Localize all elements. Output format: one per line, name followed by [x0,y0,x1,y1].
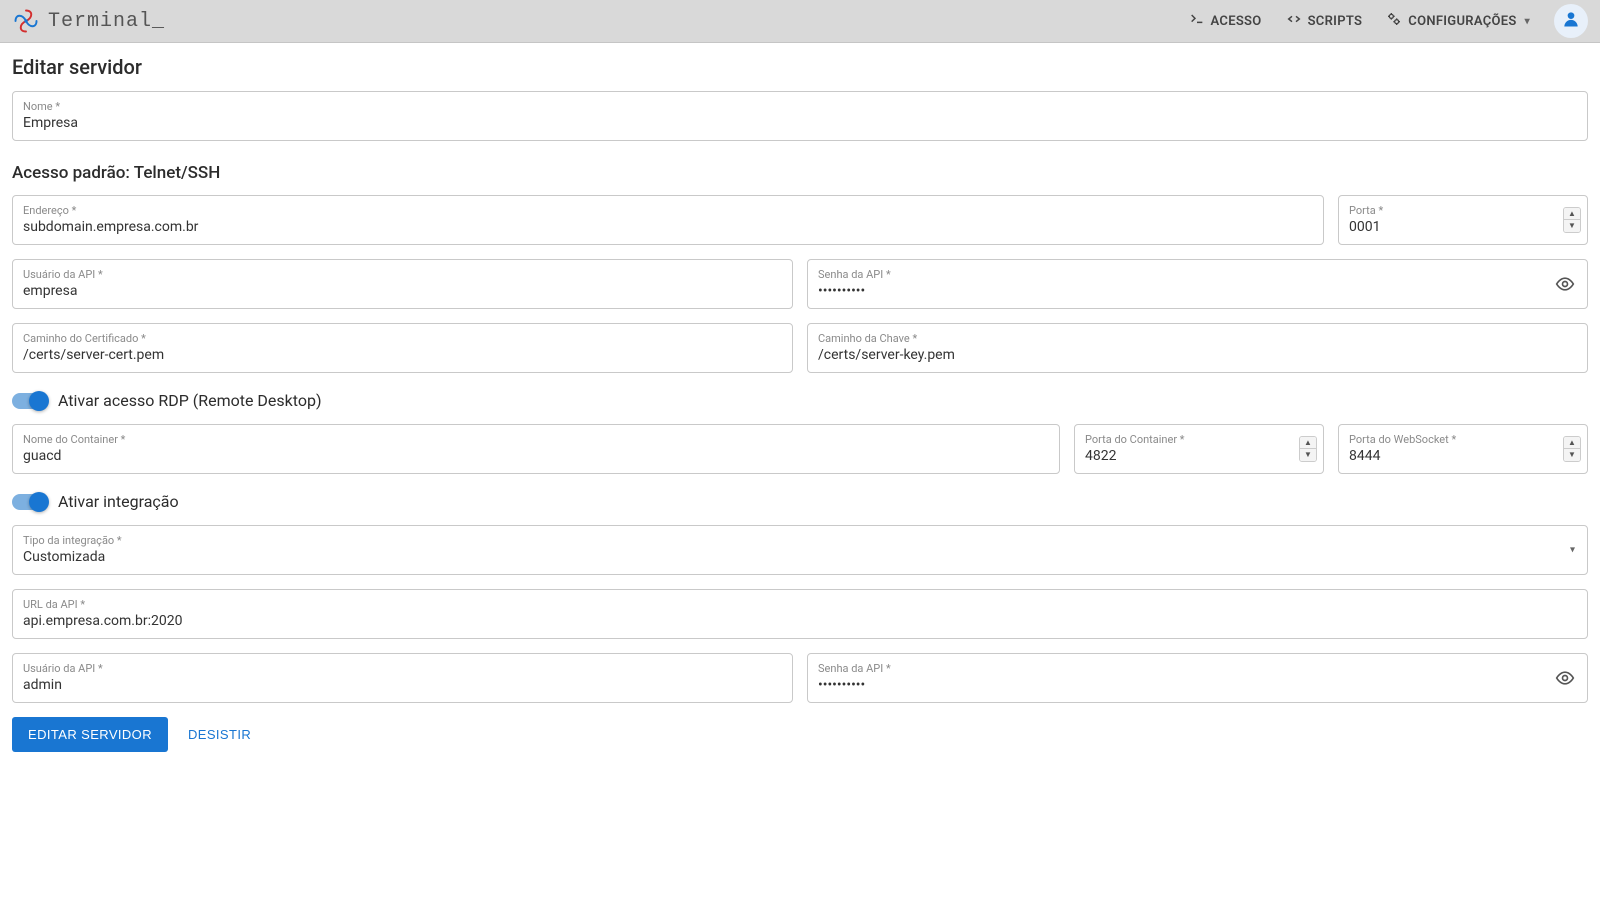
container-port-spinner: ▲ ▼ [1299,436,1317,462]
top-nav: ACESSO SCRIPTS CONFIGURAÇÕES ▾ [1189,4,1588,38]
field-label: Nome do Container * [23,433,1049,446]
field-label: Tipo da integração * [23,534,1577,547]
app-title: Terminal_ [48,10,165,33]
user-avatar-button[interactable] [1554,4,1588,38]
field-label: Endereço * [23,204,1313,217]
nav-label: ACESSO [1211,14,1262,29]
spinner-up-icon[interactable]: ▲ [1300,437,1316,449]
integration-type-select[interactable] [23,549,1577,565]
integration-api-url-input[interactable] [23,613,1577,629]
container-port-field[interactable]: Porta do Container * ▲ ▼ [1074,424,1324,474]
section-title-default-access: Acesso padrão: Telnet/SSH [12,163,1588,183]
integration-toggle-row: Ativar integração [12,492,1588,511]
spinner-up-icon[interactable]: ▲ [1564,437,1580,449]
nome-input[interactable] [23,115,1577,131]
cert-path-field[interactable]: Caminho do Certificado * [12,323,793,373]
field-label: Porta * [1349,204,1577,217]
field-label: Caminho da Chave * [818,332,1577,345]
page-content: Editar servidor Nome * Acesso padrão: Te… [0,43,1600,764]
field-label: Nome * [23,100,1577,113]
chevron-down-icon: ▾ [1525,16,1530,27]
spinner-down-icon[interactable]: ▼ [1564,220,1580,232]
swirl-logo-icon [12,7,40,35]
key-path-field[interactable]: Caminho da Chave * [807,323,1588,373]
ws-port-field[interactable]: Porta do WebSocket * ▲ ▼ [1338,424,1588,474]
field-label: Caminho do Certificado * [23,332,782,345]
integration-api-pass-field[interactable]: Senha da API * [807,653,1588,703]
app-header: Terminal_ ACESSO SCRIPTS CONFIGURAÇÕES ▾ [0,0,1600,43]
field-label: Usuário da API * [23,268,782,281]
api-user-input[interactable] [23,283,782,299]
porta-spinner: ▲ ▼ [1563,207,1581,233]
porta-field[interactable]: Porta * ▲ ▼ [1338,195,1588,245]
api-pass-input[interactable] [818,283,1577,299]
integration-api-user-field[interactable]: Usuário da API * [12,653,793,703]
code-icon [1286,11,1302,31]
cancel-button[interactable]: DESISTIR [180,717,259,752]
field-label: Usuário da API * [23,662,782,675]
nav-acesso[interactable]: ACESSO [1189,11,1262,31]
field-label: Senha da API * [818,268,1577,281]
api-user-field[interactable]: Usuário da API * [12,259,793,309]
field-label: Senha da API * [818,662,1577,675]
spinner-down-icon[interactable]: ▼ [1300,449,1316,461]
integration-toggle-label: Ativar integração [58,492,179,511]
endereco-field[interactable]: Endereço * [12,195,1324,245]
nome-field[interactable]: Nome * [12,91,1588,141]
terminal-icon [1189,11,1205,31]
rdp-toggle-row: Ativar acesso RDP (Remote Desktop) [12,391,1588,410]
integration-api-pass-input[interactable] [818,677,1577,693]
form-actions: EDITAR SERVIDOR DESISTIR [12,717,1588,752]
spinner-up-icon[interactable]: ▲ [1564,208,1580,220]
integration-type-field[interactable]: Tipo da integração * ▾ [12,525,1588,575]
field-label: URL da API * [23,598,1577,611]
field-label: Porta do WebSocket * [1349,433,1577,446]
nav-label: CONFIGURAÇÕES [1408,14,1516,29]
ws-port-input[interactable] [1349,448,1577,464]
integration-toggle[interactable] [12,494,46,510]
user-icon [1561,9,1581,33]
rdp-toggle[interactable] [12,393,46,409]
field-label: Porta do Container * [1085,433,1313,446]
container-name-field[interactable]: Nome do Container * [12,424,1060,474]
endereco-input[interactable] [23,219,1313,235]
cert-path-input[interactable] [23,347,782,363]
integration-api-user-input[interactable] [23,677,782,693]
eye-icon[interactable] [1555,274,1575,294]
key-path-input[interactable] [818,347,1577,363]
container-name-input[interactable] [23,448,1049,464]
nav-config[interactable]: CONFIGURAÇÕES ▾ [1386,11,1530,31]
integration-api-url-field[interactable]: URL da API * [12,589,1588,639]
porta-input[interactable] [1349,219,1577,235]
spinner-down-icon[interactable]: ▼ [1564,449,1580,461]
ws-port-spinner: ▲ ▼ [1563,436,1581,462]
page-title: Editar servidor [12,55,1588,79]
gears-icon [1386,11,1402,31]
rdp-toggle-label: Ativar acesso RDP (Remote Desktop) [58,391,322,410]
api-pass-field[interactable]: Senha da API * [807,259,1588,309]
nav-label: SCRIPTS [1308,14,1363,29]
submit-button[interactable]: EDITAR SERVIDOR [12,717,168,752]
eye-icon[interactable] [1555,668,1575,688]
nav-scripts[interactable]: SCRIPTS [1286,11,1363,31]
container-port-input[interactable] [1085,448,1313,464]
logo[interactable]: Terminal_ [12,7,165,35]
